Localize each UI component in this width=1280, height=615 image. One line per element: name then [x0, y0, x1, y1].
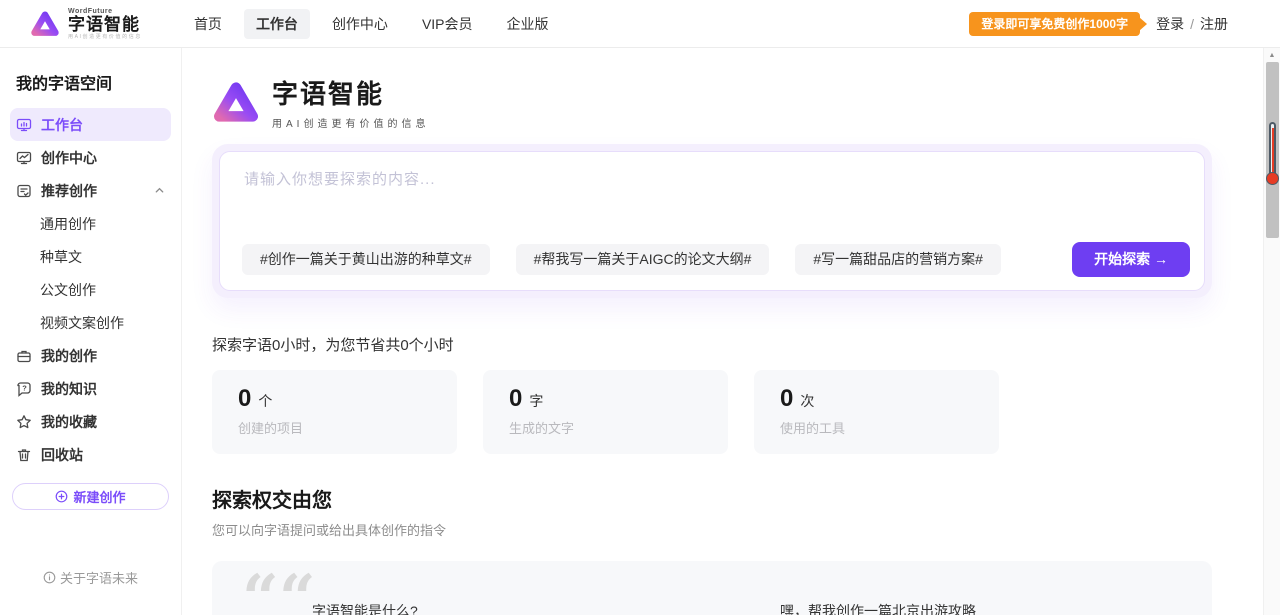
thermometer-indicator-icon: [1267, 122, 1278, 194]
top-nav: 首页 工作台 创作中心 VIP会员 企业版: [182, 9, 561, 39]
brand-triangle-logo-icon: [30, 10, 60, 38]
stat-card-tools: 0 次 使用的工具: [754, 370, 999, 454]
sidebar-item-label: 回收站: [41, 445, 83, 465]
sidebar-item-label: 推荐创作: [41, 181, 97, 201]
stat-label: 使用的工具: [780, 418, 973, 437]
main-content: 字语智能 用AI创造更有价值的信息 #创作一篇关于黄山出游的种草文# #帮我写一…: [182, 48, 1280, 615]
sidebar-item-label: 公文创作: [40, 280, 96, 300]
hero-tagline: 用AI创造更有价值的信息: [272, 115, 429, 130]
stat-card-projects: 0 个 创建的项目: [212, 370, 457, 454]
sidebar-item-recycle-bin[interactable]: 回收站: [10, 438, 171, 471]
sidebar-item-general-creation[interactable]: 通用创作: [10, 207, 171, 240]
nav-item-creation-center[interactable]: 创作中心: [320, 9, 400, 39]
checklist-icon: [16, 183, 32, 199]
sidebar-item-recommended[interactable]: 推荐创作: [10, 174, 171, 207]
hero-triangle-logo-icon: [212, 80, 260, 125]
sidebar-item-label: 我的收藏: [41, 412, 97, 432]
stats-cards: 0 个 创建的项目 0 字 生成的文字 0 次 使用的工具: [212, 370, 1280, 454]
sidebar-item-label: 视频文案创作: [40, 313, 124, 333]
suggestion-chips-row: #创作一篇关于黄山出游的种草文# #帮我写一篇关于AIGC的论文大纲# #写一篇…: [242, 242, 1190, 277]
sidebar-item-label: 工作台: [41, 115, 83, 135]
page-scrollbar[interactable]: ▲: [1263, 48, 1280, 615]
suggestion-chip-huangshan[interactable]: #创作一篇关于黄山出游的种草文#: [242, 244, 490, 275]
register-link[interactable]: 注册: [1200, 14, 1228, 34]
sidebar-item-video-copy[interactable]: 视频文案创作: [10, 306, 171, 339]
monitor-icon: [16, 117, 32, 133]
header-brand[interactable]: WordFuture 字语智能 用AI创造更有价值的信息: [30, 8, 142, 40]
search-input[interactable]: [244, 168, 1184, 228]
monitor-chart-icon: [16, 150, 32, 166]
sidebar-item-official-doc[interactable]: 公文创作: [10, 273, 171, 306]
new-creation-button[interactable]: 新建创作: [12, 483, 169, 510]
about-label: 关于字语未来: [60, 568, 138, 587]
new-creation-label: 新建创作: [73, 487, 125, 506]
suggestion-chip-aigc[interactable]: #帮我写一篇关于AIGC的论文大纲#: [516, 244, 770, 275]
sidebar-item-label: 我的创作: [41, 346, 97, 366]
stat-value: 0: [238, 385, 251, 413]
example-prompt-right[interactable]: 嘿，帮我创作一篇北京出游攻略: [780, 601, 976, 615]
quote-icon: ““: [242, 567, 316, 615]
example-prompts-card: ““ 字语智能是什么? 嘿，帮我创作一篇北京出游攻略: [212, 561, 1212, 615]
info-circle-icon: [43, 571, 56, 584]
suggestion-chip-dessert[interactable]: #写一篇甜品店的营销方案#: [795, 244, 1001, 275]
brand-tagline: 用AI创造更有价值的信息: [68, 35, 142, 40]
brand-word: WordFuture: [68, 8, 142, 15]
search-panel: #创作一篇关于黄山出游的种草文# #帮我写一篇关于AIGC的论文大纲# #写一篇…: [212, 144, 1212, 298]
sidebar-item-label: 通用创作: [40, 214, 96, 234]
sidebar-title: 我的字语空间: [16, 70, 181, 94]
nav-item-enterprise[interactable]: 企业版: [495, 9, 561, 39]
chevron-up-icon[interactable]: [154, 185, 165, 196]
stat-card-words: 0 字 生成的文字: [483, 370, 728, 454]
svg-text:?: ?: [22, 383, 27, 392]
section-title: 探索权交由您: [212, 484, 1280, 513]
sidebar-item-workbench[interactable]: 工作台: [10, 108, 171, 141]
stat-label: 创建的项目: [238, 418, 431, 437]
sidebar-item-my-knowledge[interactable]: ? 我的知识: [10, 372, 171, 405]
stats-summary: 探索字语0小时，为您节省共0个小时: [212, 334, 1280, 355]
sidebar-item-creation-center[interactable]: 创作中心: [10, 141, 171, 174]
stat-value: 0: [509, 385, 522, 413]
sidebar-item-my-creations[interactable]: 我的创作: [10, 339, 171, 372]
scrollbar-up-arrow-icon[interactable]: ▲: [1264, 48, 1280, 62]
hero-title: 字语智能: [272, 74, 429, 111]
nav-item-home[interactable]: 首页: [182, 9, 234, 39]
login-link[interactable]: 登录: [1156, 14, 1184, 34]
sidebar-item-my-favorites[interactable]: 我的收藏: [10, 405, 171, 438]
brand-name: 字语智能: [68, 16, 142, 33]
stat-value: 0: [780, 385, 793, 413]
nav-item-vip[interactable]: VIP会员: [410, 9, 485, 39]
start-explore-button[interactable]: 开始探索 →: [1072, 242, 1190, 277]
plus-circle-icon: [55, 490, 68, 503]
about-link[interactable]: 关于字语未来: [0, 568, 181, 587]
trash-icon: [16, 447, 32, 463]
auth-separator: /: [1190, 16, 1194, 32]
login-promo-badge[interactable]: 登录即可享免费创作1000字: [969, 12, 1140, 36]
stat-unit: 字: [529, 391, 543, 411]
star-icon: [16, 414, 32, 430]
briefcase-icon: [16, 348, 32, 364]
section-subtitle: 您可以向字语提问或给出具体创作的指令: [212, 520, 1280, 539]
stat-unit: 次: [800, 391, 814, 411]
hero-brand: 字语智能 用AI创造更有价值的信息: [212, 70, 1280, 134]
sidebar-item-label: 创作中心: [41, 148, 97, 168]
stat-unit: 个: [258, 391, 272, 411]
sidebar-item-seeding-article[interactable]: 种草文: [10, 240, 171, 273]
sidebar-item-label: 我的知识: [41, 379, 97, 399]
nav-item-workbench[interactable]: 工作台: [244, 9, 310, 39]
sidebar-item-label: 种草文: [40, 247, 82, 267]
sidebar: 我的字语空间 工作台 创作中心 推荐创作: [0, 48, 182, 615]
stat-label: 生成的文字: [509, 418, 702, 437]
top-header: WordFuture 字语智能 用AI创造更有价值的信息 首页 工作台 创作中心…: [0, 0, 1280, 48]
example-prompt-left[interactable]: 字语智能是什么?: [312, 601, 418, 615]
question-bubble-icon: ?: [16, 381, 32, 397]
